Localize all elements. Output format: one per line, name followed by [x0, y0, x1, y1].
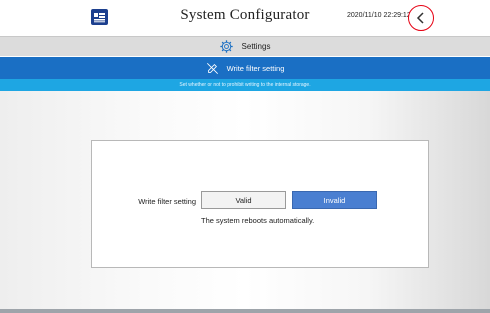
section-title: Write filter setting [226, 63, 285, 73]
chevron-left-icon [416, 12, 424, 24]
title-bar: System Configurator 2020/11/10 22:29:12 [0, 0, 490, 36]
settings-label: Settings [241, 42, 271, 51]
gear-icon [219, 40, 233, 53]
back-button[interactable] [408, 5, 434, 31]
valid-button[interactable]: Valid [201, 191, 286, 209]
datetime-display: 2020/11/10 22:29:12 [347, 12, 411, 19]
settings-bar: Settings [0, 36, 490, 56]
footer-divider [0, 309, 490, 313]
section-description: Set whether or not to prohibit writing t… [0, 79, 490, 91]
write-filter-label: Write filter setting [138, 197, 196, 206]
section-header: Write filter setting [0, 57, 490, 79]
reboot-note: The system reboots automatically. [201, 216, 315, 225]
pencil-off-icon [206, 62, 219, 75]
invalid-button[interactable]: Invalid [292, 191, 377, 209]
